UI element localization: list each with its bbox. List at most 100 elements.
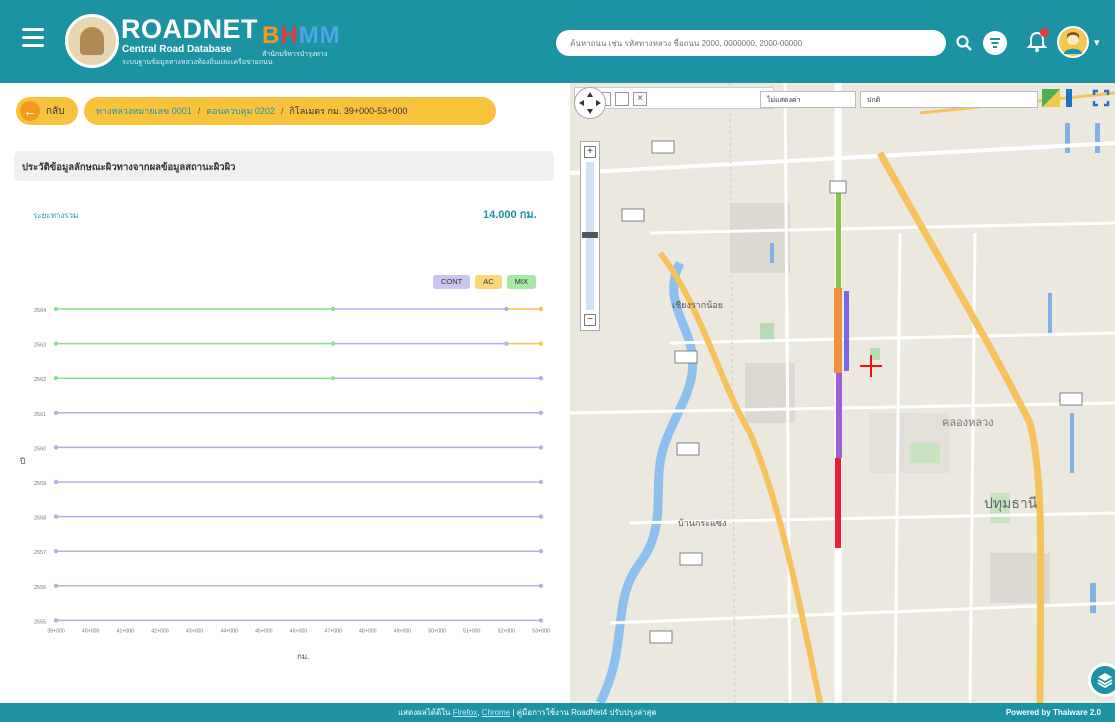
measure-area-icon[interactable] (615, 92, 629, 106)
roadnet-logo (65, 14, 119, 68)
series-point[interactable] (330, 376, 336, 381)
map-panel[interactable]: ▶ × + − ไม่แสดงค่า ปกติ เชียงรากน้อย บ้า… (570, 83, 1115, 703)
series-point[interactable] (53, 410, 59, 415)
footer-powered-by: Powered by Thaiware 2.0 (1005, 708, 1101, 717)
series-point[interactable] (53, 549, 59, 554)
series-point[interactable] (538, 618, 544, 623)
breadcrumb: ทางหลวงหมายเลข 0001 / ตอนควบคุม 0202 / ก… (84, 97, 496, 125)
y-tick-label: 2563 (34, 343, 46, 349)
map-navigation-control[interactable] (574, 87, 606, 119)
bhmm-logo: BHMM (262, 22, 341, 49)
series-point[interactable] (538, 514, 544, 519)
x-tick-label: 40+000 (82, 628, 100, 634)
map-select-basemap[interactable]: ปกติ (860, 91, 1038, 108)
series-point[interactable] (53, 479, 59, 485)
legend-ac[interactable]: AC (475, 275, 502, 289)
y-tick-label: 2561 (34, 412, 46, 418)
map-label-district1: เชียงรากน้อย (672, 300, 724, 310)
y-tick-label: 2562 (34, 377, 46, 383)
map-canvas[interactable] (570, 83, 1115, 703)
brand-subtitle: Central Road Database (122, 44, 232, 55)
map-layer-icon[interactable] (1042, 89, 1060, 107)
notification-badge (1040, 28, 1049, 37)
distance-value: 14.000 กม. (483, 209, 537, 221)
brand-title: ROADNET (121, 14, 258, 44)
map-select-display[interactable]: ไม่แสดงค่า (760, 91, 856, 108)
footer: แสดงผลได้ดีใน Firefox, Chrome | คู่มือกา… (0, 703, 1115, 722)
zoom-out-icon[interactable]: − (584, 314, 596, 326)
map-label-district3: คลองหลวง (942, 417, 994, 429)
series-point[interactable] (538, 306, 544, 312)
zoom-in-icon[interactable]: + (584, 146, 596, 158)
legend-mix[interactable]: MIX (506, 275, 537, 289)
series-point[interactable] (330, 306, 336, 312)
chrome-link[interactable]: Chrome (482, 708, 510, 717)
series-point[interactable] (538, 341, 544, 346)
back-label: กลับ (46, 105, 65, 117)
distance-label: ระยะทางรวม (33, 211, 79, 220)
section-title: ประวัติข้อมูลลักษณะผิวทางจากผลข้อมูลสถาน… (14, 151, 554, 181)
zoom-slider[interactable]: + − (580, 141, 600, 331)
clear-icon[interactable]: × (633, 92, 647, 106)
brand-subtitle-thai: ระบบฐานข้อมูลทางหลวงท้องถิ่นและเครือข่าย… (122, 59, 273, 66)
split-view-icon[interactable] (1066, 89, 1072, 107)
x-tick-label: 43+000 (186, 628, 204, 634)
x-tick-label: 47+000 (324, 628, 342, 634)
x-tick-label: 50+000 (428, 628, 446, 634)
series-point[interactable] (53, 445, 59, 450)
chart-legend: CONT AC MIX (433, 275, 537, 289)
series-point[interactable] (504, 341, 509, 346)
x-tick-label: 53+000 (532, 628, 550, 634)
series-point[interactable] (538, 479, 544, 485)
x-tick-label: 48+000 (359, 628, 377, 634)
y-tick-label: 2560 (34, 446, 46, 452)
legend-cont[interactable]: CONT (433, 275, 471, 289)
surface-history-chart: 2564 2563 2562 2561 2560 2559 2558 2557 2556 2555… (0, 293, 570, 673)
arrow-left-icon: ← (20, 101, 40, 121)
zoom-handle[interactable] (582, 232, 598, 238)
y-tick-label: 2557 (34, 550, 46, 556)
series-point[interactable] (53, 376, 59, 381)
series-point[interactable] (538, 549, 544, 554)
x-tick-label: 51+000 (463, 628, 481, 634)
x-tick-label: 42+000 (151, 628, 169, 634)
filter-icon[interactable] (983, 31, 1007, 55)
back-button[interactable]: ← กลับ (16, 97, 78, 125)
x-tick-label: 52+000 (498, 628, 516, 634)
user-avatar[interactable] (1057, 26, 1089, 58)
series-point[interactable] (53, 583, 59, 588)
breadcrumb-current: กิโลเมตร กม. 39+000-53+000 (289, 106, 408, 116)
x-tick-label: 44+000 (220, 628, 238, 634)
series-point[interactable] (53, 514, 59, 519)
footer-suffix: | คู่มือการใช้งาน RoadNet4 ปรับปรุงล่าสุ… (512, 708, 657, 717)
series-point[interactable] (330, 341, 336, 346)
fullscreen-icon[interactable] (1092, 89, 1110, 107)
chevron-down-icon[interactable]: ▾ (1094, 36, 1100, 49)
series-point[interactable] (538, 445, 544, 450)
top-navigation-bar: ROADNET Central Road Database ระบบฐานข้อ… (0, 0, 1115, 83)
footer-browser-notice: แสดงผลได้ดีใน Firefox, Chrome | คู่มือกา… (398, 708, 657, 717)
map-label-province: ปทุมธานี (984, 495, 1038, 511)
firefox-link[interactable]: Firefox (453, 708, 477, 717)
series-point[interactable] (538, 376, 544, 381)
chart-canvas: 2564 2563 2562 2561 2560 2559 2558 2557 2556 2555… (34, 306, 550, 634)
footer-prefix: แสดงผลได้ดีใน (398, 708, 451, 717)
x-tick-label: 41+000 (117, 628, 135, 634)
x-tick-label: 39+000 (47, 628, 65, 634)
search-icon[interactable] (952, 31, 976, 55)
series-point[interactable] (53, 618, 59, 623)
series-point[interactable] (538, 583, 544, 588)
menu-icon[interactable] (22, 28, 44, 48)
breadcrumb-control-section[interactable]: ตอนควบคุม 0202 (206, 104, 275, 118)
road-history-panel: ← กลับ ทางหลวงหมายเลข 0001 / ตอนควบคุม 0… (0, 83, 570, 703)
series-point[interactable] (504, 306, 509, 312)
breadcrumb-highway[interactable]: ทางหลวงหมายเลข 0001 (96, 104, 192, 118)
layers-icon[interactable] (1088, 663, 1115, 697)
series-point[interactable] (538, 410, 544, 415)
y-axis-label: ปี (20, 457, 26, 466)
series-point[interactable] (53, 341, 59, 346)
series-point[interactable] (53, 306, 59, 312)
search-input[interactable] (556, 30, 926, 56)
x-axis-label: กม. (297, 652, 310, 661)
map-label-district2: บ้านกระแซง (678, 518, 727, 528)
